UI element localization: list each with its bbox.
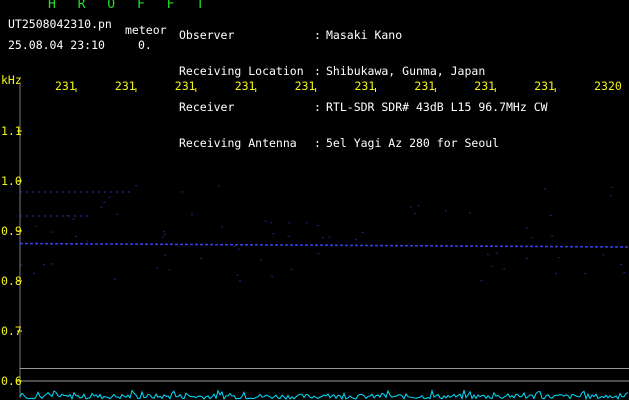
noise-speckle	[114, 278, 117, 280]
noise-speckle	[480, 280, 483, 282]
noise-speckle	[271, 276, 274, 278]
noise-speckle	[100, 206, 103, 208]
noise-speckle	[305, 222, 308, 224]
noise-speckle	[51, 231, 54, 233]
noise-speckle	[259, 259, 262, 261]
y-tick-label: 0.7	[1, 324, 22, 338]
y-tick-label: 0.8	[1, 274, 22, 288]
noise-speckle	[530, 237, 533, 239]
noise-speckle	[469, 212, 471, 214]
noise-speckle	[236, 274, 239, 276]
noise-speckle	[444, 210, 447, 212]
noise-speckle	[544, 188, 546, 190]
carrier-signal-line	[19, 242, 629, 248]
noise-speckle	[525, 258, 528, 259]
noise-speckle	[486, 254, 489, 255]
x-tick-label: 231	[354, 79, 376, 93]
noise-speckle	[103, 201, 106, 203]
noise-speckle	[34, 225, 37, 227]
noise-speckle	[86, 240, 89, 242]
noise-speckle	[181, 191, 184, 193]
noise-speckle	[163, 233, 166, 235]
x-tick-label: 231	[114, 79, 136, 93]
spectrogram	[17, 82, 629, 400]
noise-speckle	[108, 196, 111, 198]
y-tick-label: 0.6	[1, 374, 22, 388]
noise-speckle	[620, 264, 623, 265]
x-tick-label: 231	[414, 79, 436, 93]
x-tick-label: 231	[234, 79, 256, 93]
noise-speckle	[584, 273, 587, 274]
noise-speckle	[66, 215, 69, 217]
noise-speckle	[237, 248, 240, 250]
x-tick-label: 231	[474, 79, 496, 93]
noise-speckle	[200, 258, 203, 259]
noise-speckle	[417, 205, 420, 207]
noise-speckle	[316, 225, 319, 226]
x-tick-label: 231	[55, 79, 76, 93]
noise-speckle	[361, 232, 364, 233]
noise-speckle	[233, 245, 236, 247]
noise-speckle	[290, 268, 293, 270]
noise-speckle	[163, 231, 166, 233]
noise-speckle	[495, 252, 498, 254]
noise-speckle	[168, 269, 171, 271]
noise-speckle	[317, 253, 320, 254]
noise-speckle	[50, 263, 53, 265]
noise-speckle	[135, 185, 138, 187]
noise-speckle	[288, 222, 291, 224]
noise-speckle	[555, 273, 558, 275]
noise-speckle	[72, 218, 75, 220]
noise-speckle	[270, 222, 273, 224]
noise-speckle	[409, 206, 412, 208]
noise-speckle	[20, 264, 23, 266]
noise-speckle	[549, 215, 552, 216]
noise-speckle	[217, 185, 220, 187]
noise-speckle	[191, 213, 193, 215]
noise-floor-trace	[19, 389, 629, 400]
noise-speckle	[156, 267, 159, 269]
noise-speckle	[503, 268, 506, 270]
noise-speckle	[74, 236, 77, 237]
x-tick-label: 231	[294, 79, 316, 93]
noise-speckle	[525, 227, 528, 229]
noise-speckle	[272, 233, 275, 235]
noise-speckle	[116, 213, 119, 215]
noise-speckle	[414, 212, 416, 214]
y-tick-label: 0.9	[1, 224, 22, 238]
noise-speckle	[32, 272, 35, 274]
x-tick-label: 2320	[594, 79, 622, 93]
noise-speckle	[551, 235, 554, 237]
noise-speckle	[602, 254, 605, 256]
noise-speckle	[164, 254, 167, 256]
noise-speckle	[287, 235, 290, 237]
noise-speckle	[321, 237, 324, 239]
y-tick-label: 1.1	[1, 124, 22, 138]
x-tick-label: 231	[174, 79, 196, 93]
x-tick-label: 231	[534, 79, 555, 93]
y-tick-label: 1.0	[1, 174, 22, 188]
noise-speckle	[221, 226, 224, 228]
noise-speckle	[355, 239, 358, 241]
noise-speckle	[239, 280, 242, 282]
noise-speckle	[490, 265, 493, 267]
noise-speckle	[623, 272, 626, 274]
noise-speckle	[328, 236, 331, 238]
noise-speckle	[610, 187, 613, 189]
noise-speckle	[264, 220, 267, 222]
noise-speckle	[42, 264, 45, 266]
noise-speckle	[161, 236, 164, 238]
noise-speckle	[609, 195, 612, 197]
noise-speckle	[558, 257, 561, 259]
